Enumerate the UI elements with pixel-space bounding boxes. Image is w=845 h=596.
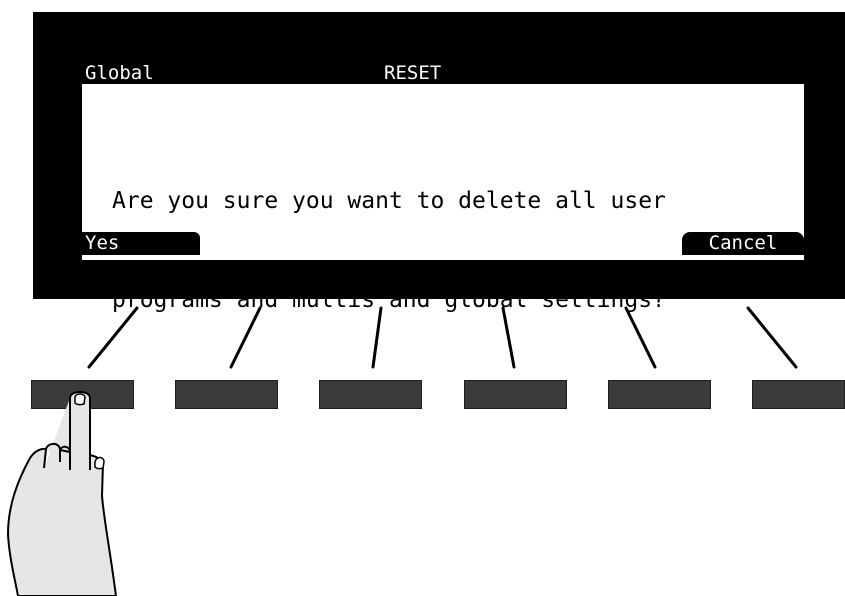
pointing-hand-icon (7, 391, 117, 596)
